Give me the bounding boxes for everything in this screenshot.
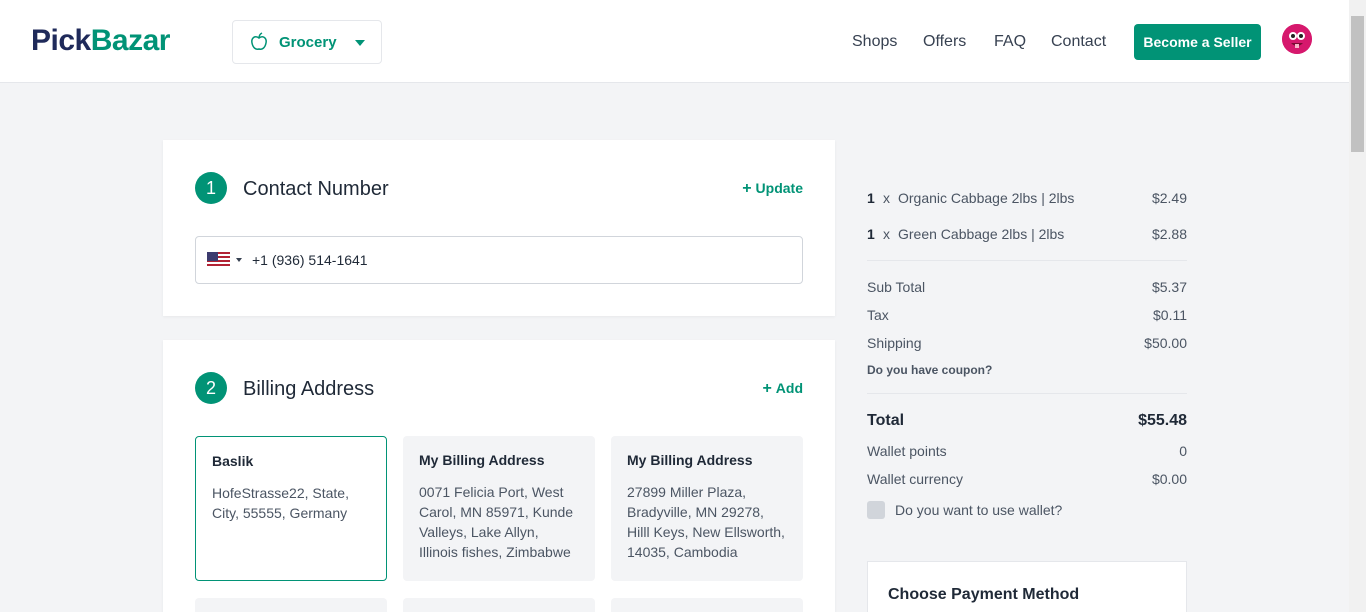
chevron-down-icon bbox=[355, 40, 365, 46]
add-label: Add bbox=[775, 380, 803, 396]
total-value: $55.48 bbox=[1138, 412, 1187, 429]
wallet-points-row: Wallet points 0 bbox=[867, 443, 1187, 459]
step-number: 1 bbox=[195, 172, 227, 204]
user-avatar[interactable] bbox=[1282, 24, 1312, 54]
step-number: 2 bbox=[195, 372, 227, 404]
shop-type-dropdown[interactable]: Grocery bbox=[232, 20, 382, 64]
item-price: $2.88 bbox=[1151, 226, 1187, 242]
cart-item: 1 x Organic Cabbage 2lbs | 2lbs $2.49 bbox=[867, 190, 1187, 206]
item-price: $2.49 bbox=[1151, 190, 1187, 206]
divider bbox=[867, 260, 1187, 261]
page-scrollbar[interactable] bbox=[1349, 0, 1366, 612]
contact-number-card: 1 Contact Number + Update +1 (936) 514-16… bbox=[163, 140, 835, 316]
divider bbox=[867, 393, 1187, 394]
address-card[interactable]: My Billing Address 0071 Felicia Port, We… bbox=[403, 436, 595, 581]
update-contact-button[interactable]: + Update bbox=[742, 180, 803, 198]
coupon-link[interactable]: Do you have coupon? bbox=[867, 363, 992, 377]
address-card-partial[interactable] bbox=[195, 598, 387, 612]
wallet-currency-row: Wallet currency $0.00 bbox=[867, 471, 1187, 487]
use-wallet-checkbox-row[interactable]: Do you want to use wallet? bbox=[867, 501, 1062, 519]
tax-value: $0.11 bbox=[1153, 307, 1187, 323]
item-name: Green Cabbage 2lbs | 2lbs bbox=[898, 226, 1065, 242]
us-flag-icon[interactable] bbox=[207, 252, 230, 268]
payment-method-title: Choose Payment Method bbox=[888, 586, 1080, 603]
nav-shops[interactable]: Shops bbox=[852, 33, 897, 51]
payment-method-box: Choose Payment Method bbox=[867, 561, 1187, 612]
tax-label: Tax bbox=[867, 307, 889, 323]
wallet-points-label: Wallet points bbox=[867, 443, 947, 459]
shop-type-label: Grocery bbox=[279, 33, 337, 51]
phone-input[interactable]: +1 (936) 514-1641 bbox=[195, 236, 803, 284]
phone-value: +1 (936) 514-1641 bbox=[252, 252, 368, 268]
address-text: HofeStrasse22, State, City, 55555, Germa… bbox=[212, 485, 349, 521]
address-text: 27899 Miller Plaza, Bradyville, MN 29278… bbox=[627, 484, 785, 560]
billing-address-card: 2 Billing Address + Add Baslik HofeStrass… bbox=[163, 340, 835, 612]
tax-row: Tax $0.11 bbox=[867, 307, 1187, 323]
add-address-button[interactable]: + Add bbox=[762, 380, 803, 398]
nav-offers[interactable]: Offers bbox=[923, 33, 966, 51]
address-card[interactable]: My Billing Address 27899 Miller Plaza, B… bbox=[611, 436, 803, 581]
plus-icon: + bbox=[742, 180, 752, 197]
item-name: Organic Cabbage 2lbs | 2lbs bbox=[898, 190, 1075, 206]
country-caret-icon[interactable] bbox=[236, 258, 242, 262]
billing-title: Billing Address bbox=[243, 378, 375, 400]
address-card-selected[interactable]: Baslik HofeStrasse22, State, City, 55555… bbox=[195, 436, 387, 581]
update-label: Update bbox=[755, 180, 803, 196]
subtotal-label: Sub Total bbox=[867, 279, 926, 295]
wallet-points-value: 0 bbox=[1179, 443, 1187, 459]
address-title: My Billing Address bbox=[627, 452, 753, 468]
subtotal-value: $5.37 bbox=[1151, 279, 1187, 295]
nav-contact[interactable]: Contact bbox=[1051, 33, 1106, 51]
apple-icon bbox=[251, 32, 267, 50]
address-title: Baslik bbox=[212, 453, 254, 469]
cart-item: 1 x Green Cabbage 2lbs | 2lbs $2.88 bbox=[867, 226, 1187, 242]
address-title: My Billing Address bbox=[419, 452, 545, 468]
pickbazar-logo[interactable]: PickBazar bbox=[31, 24, 170, 58]
address-text: 0071 Felicia Port, West Carol, MN 85971,… bbox=[419, 484, 574, 560]
item-times: x bbox=[883, 190, 890, 206]
wallet-currency-label: Wallet currency bbox=[867, 471, 963, 487]
scrollbar-thumb[interactable] bbox=[1351, 16, 1364, 152]
use-wallet-checkbox[interactable] bbox=[867, 501, 885, 519]
become-seller-button[interactable]: Become a Seller bbox=[1134, 24, 1261, 60]
address-card-partial[interactable] bbox=[611, 598, 803, 612]
avatar-face-icon bbox=[1282, 24, 1312, 54]
logo-part1: Pick bbox=[31, 24, 91, 57]
shipping-label: Shipping bbox=[867, 335, 922, 351]
contact-title: Contact Number bbox=[243, 178, 389, 200]
item-qty: 1 bbox=[867, 190, 875, 206]
top-header: PickBazar Grocery Shops Offers FAQ Conta… bbox=[0, 0, 1349, 83]
shipping-value: $50.00 bbox=[1144, 335, 1187, 351]
total-row: Total $55.48 bbox=[867, 412, 1187, 430]
logo-part2: Bazar bbox=[90, 24, 171, 57]
use-wallet-label: Do you want to use wallet? bbox=[895, 502, 1063, 518]
address-card-partial[interactable] bbox=[403, 598, 595, 612]
item-times: x bbox=[883, 226, 890, 242]
wallet-currency-value: $0.00 bbox=[1151, 471, 1187, 487]
nav-faq[interactable]: FAQ bbox=[994, 33, 1026, 51]
plus-icon: + bbox=[762, 380, 772, 397]
total-label: Total bbox=[867, 412, 905, 429]
subtotal-row: Sub Total $5.37 bbox=[867, 279, 1187, 295]
shipping-row: Shipping $50.00 bbox=[867, 335, 1187, 351]
item-qty: 1 bbox=[867, 226, 875, 242]
